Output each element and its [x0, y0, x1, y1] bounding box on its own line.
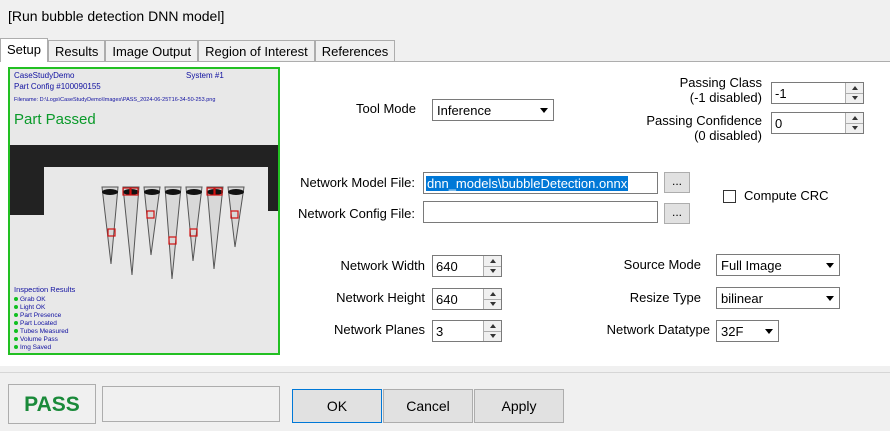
network-planes-value: 3	[436, 324, 444, 339]
chevron-down-icon	[821, 289, 838, 307]
cancel-button[interactable]: Cancel	[383, 389, 473, 423]
config-file-input[interactable]	[423, 201, 658, 223]
network-width-label: Network Width	[340, 258, 425, 273]
network-datatype-select[interactable]: 32F	[716, 320, 779, 342]
spin-up-icon[interactable]	[484, 289, 501, 299]
spin-down-icon[interactable]	[846, 122, 863, 133]
passing-confidence-spinner[interactable]: 0	[771, 112, 864, 134]
spin-up-icon[interactable]	[484, 321, 501, 331]
source-mode-select[interactable]: Full Image	[716, 254, 840, 276]
network-planes-label: Network Planes	[333, 322, 425, 337]
chevron-down-icon	[760, 322, 777, 340]
model-file-label: Network Model File:	[300, 175, 415, 190]
passing-class-label: Passing Class (-1 disabled)	[679, 75, 762, 105]
result-item: Img Saved	[14, 343, 69, 351]
compute-crc-label: Compute CRC	[744, 188, 829, 203]
network-height-value: 640	[436, 292, 458, 307]
tab-bar: Setup Results Image Output Region of Int…	[0, 38, 396, 62]
resize-type-label: Resize Type	[629, 290, 701, 305]
model-file-browse-button[interactable]: ...	[664, 172, 690, 193]
result-item: Light OK	[14, 303, 69, 311]
chevron-down-icon	[821, 256, 838, 274]
passing-confidence-label: Passing Confidence (0 disabled)	[646, 113, 762, 143]
model-file-input[interactable]: dnn_models\bubbleDetection.onnx	[423, 172, 658, 194]
spin-up-icon[interactable]	[846, 113, 863, 123]
spin-up-icon[interactable]	[846, 83, 863, 93]
tab-results[interactable]: Results	[47, 40, 106, 62]
chevron-down-icon	[535, 101, 552, 119]
result-item: Volume Pass	[14, 335, 69, 343]
source-mode-value: Full Image	[721, 258, 782, 273]
passing-class-value: -1	[775, 86, 787, 101]
spin-down-icon[interactable]	[484, 265, 501, 276]
result-item: Part Presence	[14, 311, 69, 319]
tab-setup[interactable]: Setup	[0, 38, 48, 62]
model-file-value: dnn_models\bubbleDetection.onnx	[426, 176, 629, 191]
preview-results-list: Grab OK Light OK Part Presence Part Loca…	[14, 295, 69, 351]
result-item: Part Located	[14, 319, 69, 327]
tab-image-output[interactable]: Image Output	[105, 40, 199, 62]
preview-results-title: Inspection Results	[14, 285, 76, 294]
ok-button[interactable]: OK	[292, 389, 382, 423]
result-item: Tubes Measured	[14, 327, 69, 335]
resize-type-value: bilinear	[721, 291, 763, 306]
config-file-browse-button[interactable]: ...	[664, 203, 690, 224]
tool-mode-label: Tool Mode	[356, 101, 416, 116]
source-mode-label: Source Mode	[623, 257, 701, 272]
network-height-label: Network Height	[336, 290, 425, 305]
tab-references[interactable]: References	[314, 40, 396, 62]
tab-region-of-interest[interactable]: Region of Interest	[198, 40, 315, 62]
tool-mode-select[interactable]: Inference	[432, 99, 554, 121]
tool-mode-value: Inference	[437, 103, 492, 118]
network-width-value: 640	[436, 259, 458, 274]
network-height-spinner[interactable]: 640	[432, 288, 502, 310]
network-datatype-label: Network Datatype	[606, 322, 710, 337]
spin-down-icon[interactable]	[484, 298, 501, 309]
spin-down-icon[interactable]	[484, 330, 501, 341]
passing-class-spinner[interactable]: -1	[771, 82, 864, 104]
spin-up-icon[interactable]	[484, 256, 501, 266]
apply-button[interactable]: Apply	[474, 389, 564, 423]
image-preview[interactable]: CaseStudyDemo System #1 Part Config #100…	[8, 67, 280, 355]
compute-crc-checkbox[interactable]	[723, 190, 736, 203]
passing-confidence-value: 0	[775, 116, 783, 131]
network-planes-spinner[interactable]: 3	[432, 320, 502, 342]
network-width-spinner[interactable]: 640	[432, 255, 502, 277]
window-title: [Run bubble detection DNN model]	[8, 8, 225, 24]
resize-type-select[interactable]: bilinear	[716, 287, 840, 309]
network-datatype-value: 32F	[721, 324, 744, 339]
result-item: Grab OK	[14, 295, 69, 303]
config-file-label: Network Config File:	[297, 206, 415, 221]
spin-down-icon[interactable]	[846, 92, 863, 103]
status-message-box	[102, 386, 280, 422]
pass-status: PASS	[8, 384, 96, 424]
